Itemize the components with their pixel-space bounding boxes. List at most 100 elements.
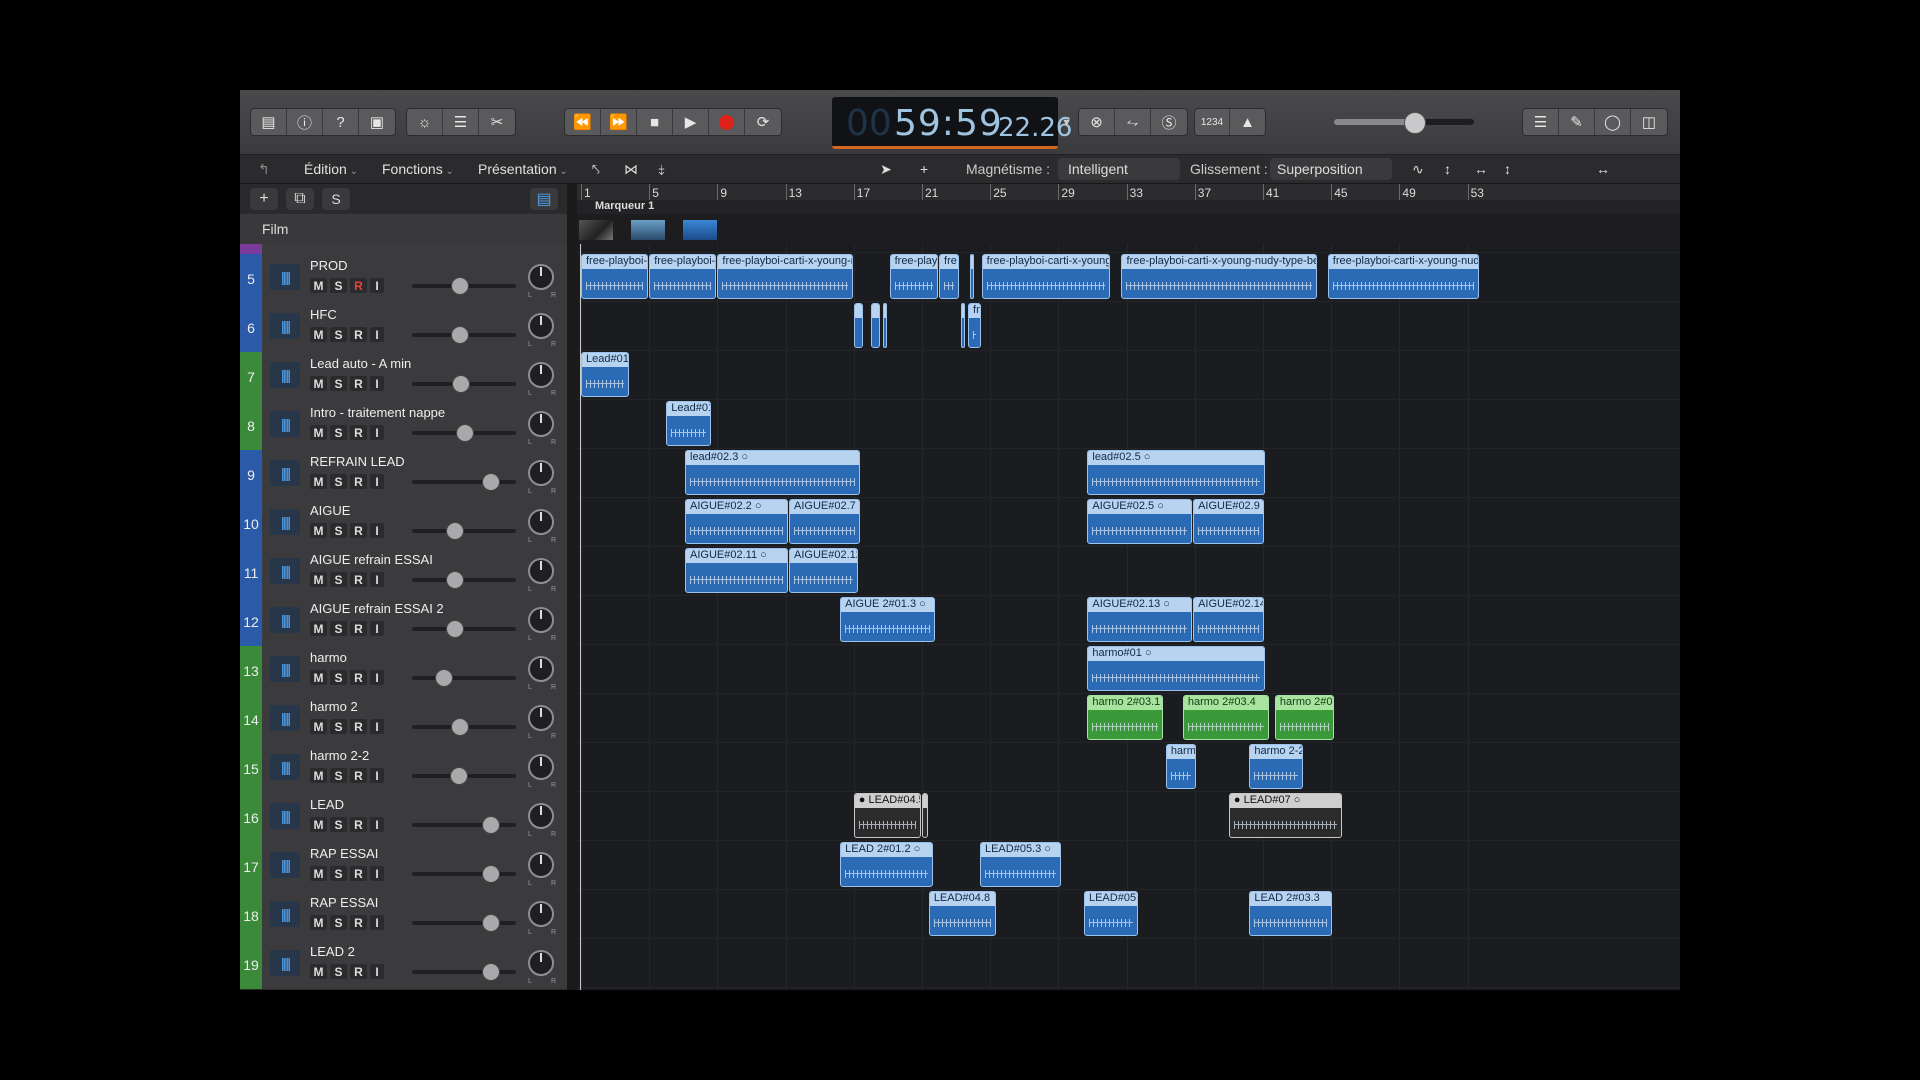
library-icon[interactable]: ▤	[251, 109, 287, 135]
rewind-icon[interactable]: ⏪	[565, 109, 601, 135]
track-header[interactable]: 14 ||||| harmo 2 M S R I LR	[240, 695, 567, 745]
input-monitor-button[interactable]: I	[370, 572, 384, 587]
track-name[interactable]: RAP ESSAI	[310, 895, 378, 910]
audio-region[interactable]: LEAD#05.6	[1083, 891, 1138, 936]
browser-icon[interactable]: ◫	[1631, 109, 1667, 135]
record-enable-button[interactable]: R	[350, 572, 367, 587]
track-name[interactable]: Lead auto - A min	[310, 356, 411, 371]
audio-region[interactable]: lead#02.5 ○	[1087, 450, 1266, 495]
fast-forward-icon[interactable]: ⏩	[601, 109, 637, 135]
audio-region[interactable]: Lead#01.	[666, 401, 712, 446]
solo-button[interactable]: S	[330, 964, 347, 979]
input-monitor-button[interactable]: I	[370, 474, 384, 489]
solo-button[interactable]: S	[330, 719, 347, 734]
pan-knob[interactable]	[528, 656, 554, 682]
audio-region[interactable]: LEAD 2#03.3	[1249, 891, 1332, 936]
volume-knob[interactable]	[482, 963, 500, 981]
marker-label[interactable]: Marqueur 1	[595, 200, 654, 212]
record-enable-button[interactable]: R	[350, 523, 367, 538]
track-volume-slider[interactable]	[412, 375, 516, 393]
play-icon[interactable]: ▶	[673, 109, 709, 135]
audio-region[interactable]: ● LEAD#04.5	[853, 793, 921, 838]
mixer-icon[interactable]: ☰	[443, 109, 479, 135]
input-monitor-button[interactable]: I	[370, 915, 384, 930]
catch-playhead-icon[interactable]: ▤	[530, 188, 558, 210]
audio-region[interactable]: AIGUE#02.9	[1193, 499, 1264, 544]
solo-icon[interactable]: Ⓢ	[1151, 109, 1187, 135]
volume-knob[interactable]	[445, 620, 464, 638]
pan-knob[interactable]	[528, 460, 554, 486]
mute-button[interactable]: M	[310, 964, 327, 979]
volume-knob[interactable]	[482, 816, 500, 834]
audio-region[interactable]	[870, 303, 881, 348]
audio-region[interactable]: AIGUE#02.11 ○	[685, 548, 788, 593]
volume-knob[interactable]	[482, 473, 500, 491]
audio-region[interactable]: harmo 2#03.4	[1182, 695, 1269, 740]
volume-knob[interactable]	[482, 914, 500, 932]
record-enable-button[interactable]: R	[350, 278, 367, 293]
vertical-fit-icon[interactable]: ↕	[1444, 161, 1451, 177]
track-name[interactable]: REFRAIN LEAD	[310, 454, 405, 469]
track-name[interactable]: harmo 2	[310, 699, 358, 714]
catch-icon[interactable]: ⤈	[658, 161, 664, 178]
track-volume-slider[interactable]	[412, 816, 516, 834]
audio-region[interactable]	[882, 303, 887, 348]
master-volume-slider[interactable]	[1334, 112, 1474, 134]
track-name[interactable]: PROD	[310, 258, 348, 273]
volume-knob[interactable]	[451, 375, 470, 393]
track-volume-slider[interactable]	[412, 669, 516, 687]
solo-button[interactable]: S	[330, 425, 347, 440]
track-header[interactable]: 15 ||||| harmo 2-2 M S R I LR	[240, 744, 567, 794]
inspector-icon[interactable]: ⓘ	[287, 109, 323, 135]
track-name[interactable]: harmo	[310, 650, 347, 665]
record-enable-button[interactable]: R	[350, 474, 367, 489]
solo-button[interactable]: S	[330, 327, 347, 342]
pane-divider[interactable]	[567, 184, 577, 990]
input-monitor-button[interactable]: I	[370, 866, 384, 881]
pan-knob[interactable]	[528, 558, 554, 584]
mute-button[interactable]: M	[310, 278, 327, 293]
replace-icon[interactable]: ⊗	[1079, 109, 1115, 135]
solo-button[interactable]: S	[330, 768, 347, 783]
list-editors-icon[interactable]: ☰	[1523, 109, 1559, 135]
track-header[interactable]: 8 ||||| Intro - traitement nappe M S R I…	[240, 401, 567, 451]
track-header[interactable]: 7 ||||| Lead auto - A min M S R I LR	[240, 352, 567, 402]
audio-region[interactable]: AIGUE#02.12	[789, 548, 858, 593]
audio-region[interactable]: harm	[1165, 744, 1196, 789]
audio-region[interactable]: free-playboi-carti-x-young	[981, 254, 1111, 299]
record-enable-button[interactable]: R	[350, 327, 367, 342]
menu-functions[interactable]: Fonctions	[382, 161, 454, 177]
mute-button[interactable]: M	[310, 327, 327, 342]
track-volume-slider[interactable]	[412, 277, 516, 295]
track-volume-slider[interactable]	[412, 620, 516, 638]
cycle-icon[interactable]: ⟳	[745, 109, 781, 135]
pan-knob[interactable]	[528, 509, 554, 535]
audio-region[interactable]: LEAD#04.8	[928, 891, 996, 936]
solo-button[interactable]: S	[330, 523, 347, 538]
record-icon[interactable]	[709, 109, 745, 135]
master-volume-knob[interactable]	[1403, 112, 1426, 134]
track-header[interactable]: 11 ||||| AIGUE refrain ESSAI M S R I LR	[240, 548, 567, 598]
duplicate-track-icon[interactable]: ⧉	[286, 188, 314, 210]
smart-controls-icon[interactable]: ☼	[407, 109, 443, 135]
audio-region[interactable]: AIGUE#02.13 ○	[1087, 597, 1193, 642]
track-name[interactable]: LEAD 2	[310, 944, 355, 959]
tuner-icon[interactable]: ⥊	[1115, 109, 1151, 135]
audio-region[interactable]: AIGUE#02.2 ○	[685, 499, 788, 544]
volume-knob[interactable]	[482, 865, 500, 883]
audio-region[interactable]: lead#02.3 ○	[685, 450, 860, 495]
pointer-tool-icon[interactable]: ➤	[880, 161, 892, 178]
pencil-tool-icon[interactable]: +	[920, 161, 928, 177]
record-enable-button[interactable]: R	[350, 621, 367, 636]
audio-region[interactable]: Lead#01.3	[581, 352, 630, 397]
mute-button[interactable]: M	[310, 817, 327, 832]
pan-knob[interactable]	[528, 264, 554, 290]
track-header[interactable]: 6 ||||| HFC M S R I LR	[240, 303, 567, 353]
toolbar-icon[interactable]: ▣	[359, 109, 395, 135]
global-solo-button[interactable]: S	[322, 188, 350, 210]
audio-region[interactable]: harmo#01 ○	[1087, 646, 1266, 691]
stop-icon[interactable]: ■	[637, 109, 673, 135]
solo-button[interactable]: S	[330, 621, 347, 636]
bar-ruler[interactable]: 1 5 9 13 17 21 25 29 33 37 41 45 49 53	[577, 184, 1680, 201]
chevron-down-icon[interactable]: ▼	[1061, 117, 1072, 129]
